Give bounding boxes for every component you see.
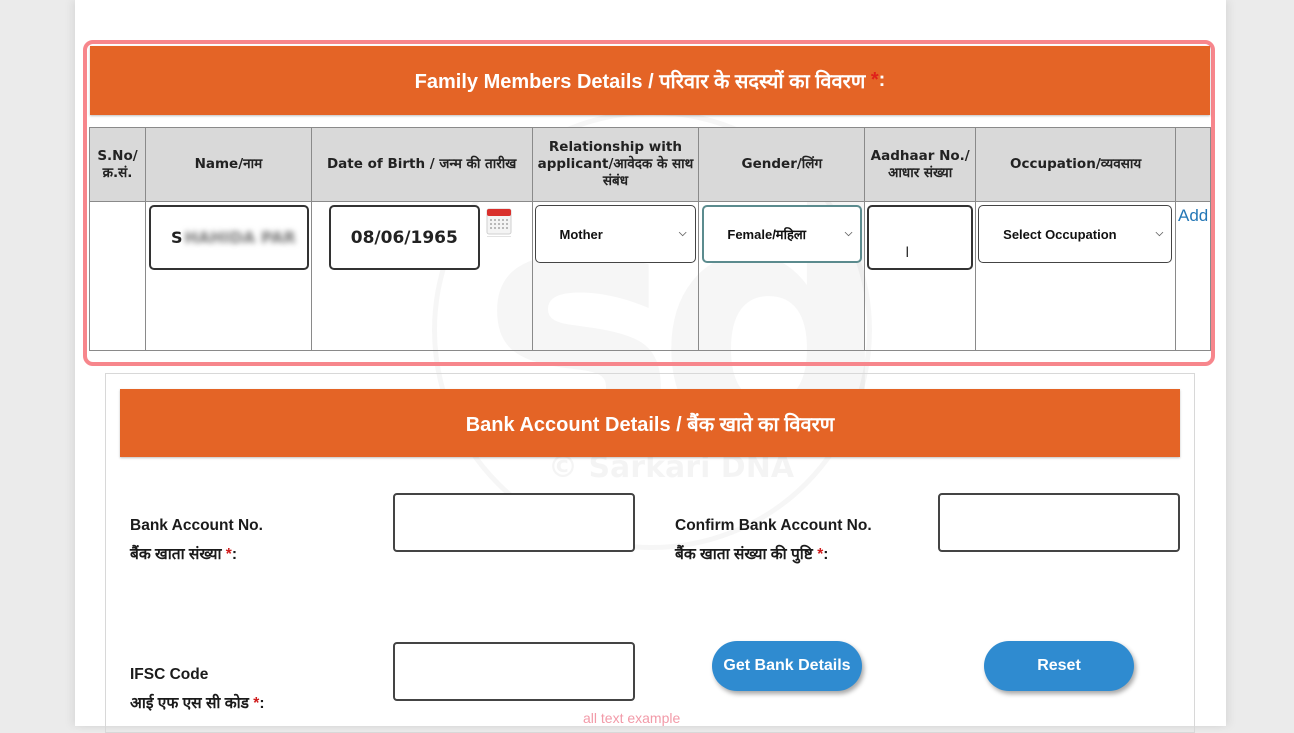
get-bank-details-button[interactable]: Get Bank Details [712,641,862,691]
chevron-down-icon: ⌵ [1155,228,1164,239]
ifsc-input[interactable] [393,642,635,701]
name-value: S [170,228,183,247]
hint-text: all text example [583,710,681,726]
title-colon: : [878,69,886,91]
aadhaar-input[interactable]: I [867,205,974,270]
bank-section-title: Bank Account Details / बैंक खाते का विवर… [465,413,835,436]
relationship-value: Mother [559,226,603,242]
bank-account-label: Bank Account No. बैंक खाता संख्या *: [130,517,263,563]
column-header-occupation: Occupation/व्यवसाय [975,127,1176,202]
column-header-name: Name/नाम [144,127,312,202]
cell-dob: 08/06/1965 [310,201,533,351]
dob-input[interactable]: 08/06/1965 [328,205,480,270]
reset-button[interactable]: Reset [984,641,1134,691]
calendar-icon[interactable] [486,206,512,238]
add-member-link[interactable]: Add [1178,206,1208,226]
cell-action: Add [1174,201,1212,351]
family-section-title: Family Members Details / परिवार के सदस्य… [414,71,866,93]
bank-section-header: Bank Account Details / बैंक खाते का विवर… [120,389,1180,457]
column-header-aadhaar: Aadhaar No./आधार संख्या [864,127,977,202]
cell-aadhaar: I [864,201,977,351]
cell-name: S HAHIDA PAR [144,201,312,351]
relationship-select[interactable]: Mother ⌵ [534,205,696,263]
gender-select[interactable]: Female/महिला ⌵ [702,205,863,263]
chevron-down-icon: ⌵ [678,228,687,239]
occupation-select[interactable]: Select Occupation ⌵ [978,205,1173,263]
ifsc-label: IFSC Code आई एफ एस सी कोड *: [130,666,265,712]
column-header-relationship: Relationship with applicant/आवेदक के साथ स… [531,127,700,202]
table-header-row: S.No/क्र.सं. Name/नाम Date of Birth / जन… [89,127,1212,202]
column-header-sno: S.No/क्र.सं. [89,127,146,202]
name-value-blurred: HAHIDA PAR [184,228,296,247]
cell-relationship: Mother ⌵ [531,201,700,351]
text-cursor-icon: I [905,245,910,261]
column-header-dob: Date of Birth / जन्म की तारीख [310,127,533,202]
family-section-header: Family Members Details / परिवार के सदस्य… [90,46,1210,115]
confirm-account-label: Confirm Bank Account No. बैंक खाता संख्य… [675,517,872,563]
family-members-table: S.No/क्र.सं. Name/नाम Date of Birth / जन… [89,127,1212,351]
cell-sno [89,201,146,351]
bank-account-input[interactable] [393,493,635,552]
chevron-down-icon: ⌵ [844,228,853,239]
column-header-action [1174,127,1212,202]
column-header-gender: Gender/लिंग [698,127,866,202]
gender-value: Female/महिला [727,227,807,242]
table-row: S HAHIDA PAR 08/06/1965 Mother ⌵ Female/… [89,201,1212,351]
name-input[interactable]: S HAHIDA PAR [148,205,309,270]
cell-gender: Female/महिला ⌵ [698,201,866,351]
cell-occupation: Select Occupation ⌵ [975,201,1176,351]
confirm-account-input[interactable] [938,493,1180,552]
occupation-value: Select Occupation [1003,226,1117,242]
required-marker: * [870,69,879,91]
